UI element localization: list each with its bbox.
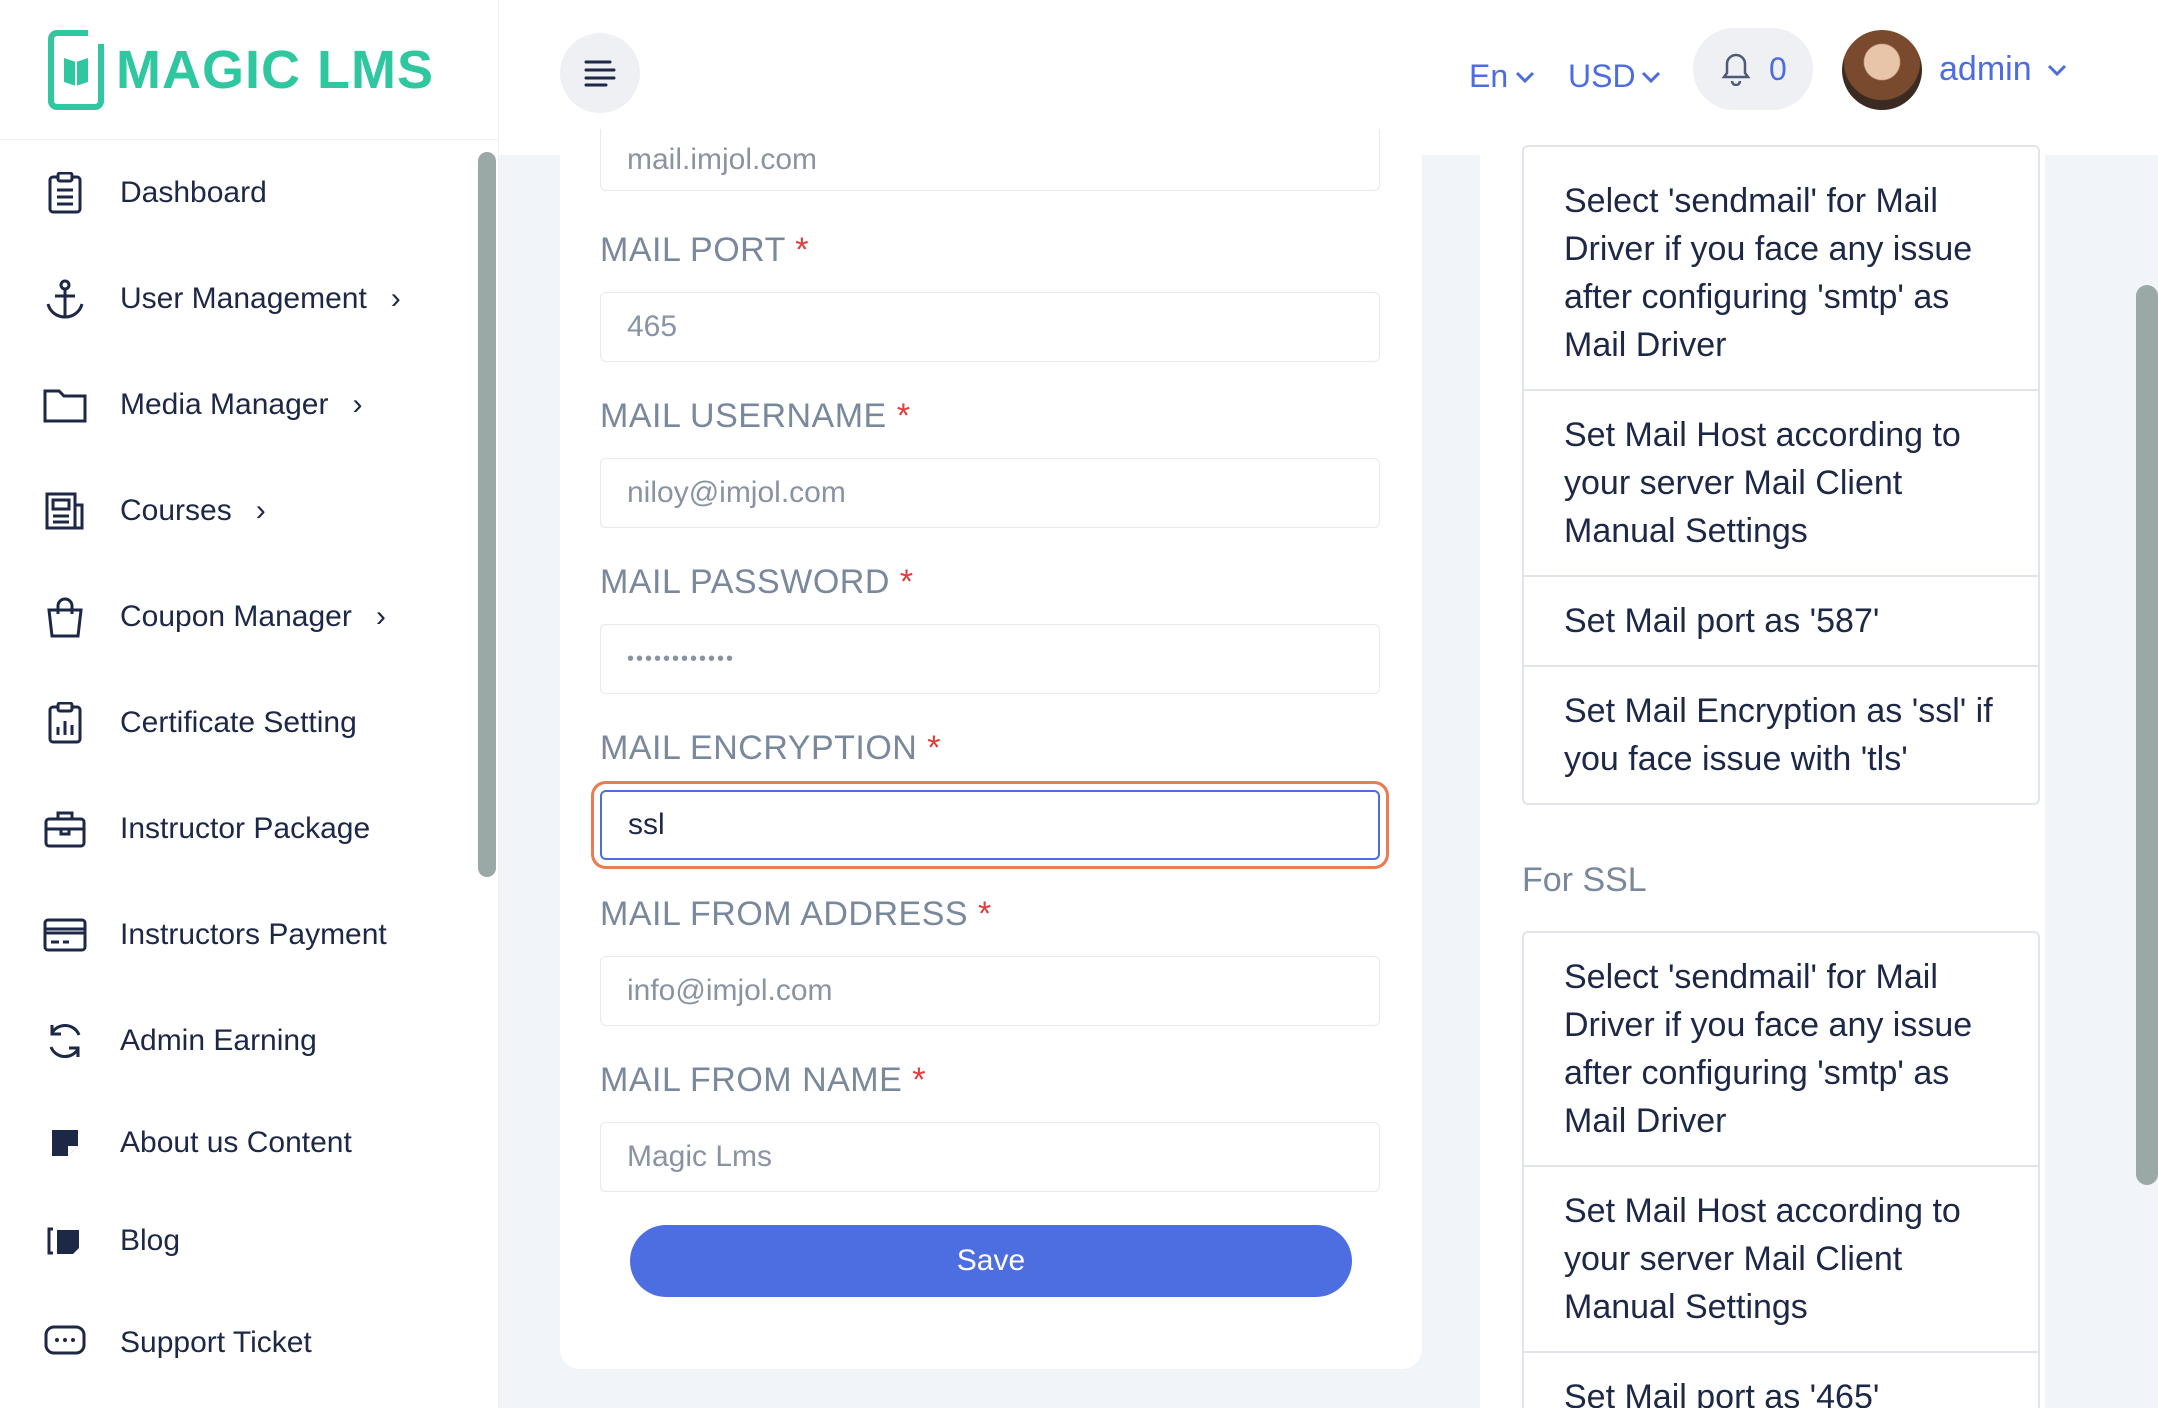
bell-icon [1721,53,1751,86]
chevron-down-icon [1516,71,1535,83]
list-item: Set Mail port as '465' [1564,1378,1880,1408]
list-item: Set Mail port as '587' [1524,577,2038,667]
list-item: Set Mail Encryption as 'ssl' if you face… [1564,692,1993,778]
sidebar-item-label: About us Content [120,1126,352,1159]
mail-password-label: MAIL PASSWORD * [600,563,914,601]
sidebar-item-blog[interactable]: Blog [0,1192,475,1290]
instructions-panel: Select 'sendmail' for Mail Driver if you… [1480,145,2045,1408]
sidebar-item-user-management[interactable]: User Management › [0,246,475,352]
sidebar-item-label: Certificate Setting [120,706,357,739]
sidebar: MAGIC LMS Dashboard User Management › Me… [0,0,499,1408]
list-item: Set Mail Host according to your server M… [1524,391,2038,577]
user-name: admin [1939,50,2032,88]
mail-encryption-field[interactable]: ssl [600,790,1380,860]
sidebar-nav: Dashboard User Management › Media Manage… [0,140,475,1360]
anchor-icon [42,276,88,322]
shopping-bag-icon [42,594,88,640]
sidebar-item-label: Instructors Payment [120,918,387,951]
mail-password-field[interactable]: •••••••••••• [600,624,1380,694]
chevron-right-icon: › [375,600,386,633]
mail-port-label: MAIL PORT * [600,231,809,269]
language-value: En [1469,58,1509,94]
chevron-down-icon [1641,71,1660,83]
list-item: Select 'sendmail' for Mail Driver if you… [1524,933,2038,1167]
page-scrollbar-thumb[interactable] [2136,285,2158,1185]
user-menu[interactable]: admin [1939,50,2068,89]
ssl-section-title: For SSL [1522,861,1647,899]
sidebar-item-support-ticket[interactable]: Support Ticket [0,1290,475,1360]
sidebar-item-label: Blog [120,1224,181,1257]
sidebar-item-label: Support Ticket [120,1326,312,1359]
chevron-down-icon [2047,64,2066,76]
mail-from-name-field[interactable]: Magic Lms [600,1122,1380,1192]
notifications-button[interactable]: 0 [1693,28,1813,110]
list-item: Set Mail Host according to your server M… [1524,1167,2038,1353]
mail-port-field[interactable]: 465 [600,292,1380,362]
sidebar-item-label: User Management [120,282,367,315]
chevron-right-icon: › [255,494,266,527]
currency-value: USD [1568,58,1636,94]
sidebar-item-instructors-payment[interactable]: Instructors Payment [0,882,475,988]
clipboard-icon [42,170,88,216]
mail-host-field[interactable]: mail.imjol.com [600,129,1380,191]
ssl-tips-list: Select 'sendmail' for Mail Driver if you… [1522,931,2040,1408]
sidebar-item-dashboard[interactable]: Dashboard [0,140,475,246]
credit-card-icon [42,912,88,958]
mail-from-address-label: MAIL FROM ADDRESS * [600,895,992,933]
mail-settings-form: mail.imjol.com MAIL PORT * 465 MAIL USER… [560,129,1422,1369]
newspaper-icon [42,488,88,534]
sidebar-item-label: Coupon Manager [120,600,352,633]
briefcase-icon [42,806,88,852]
blog-icon [42,1218,88,1264]
mail-from-name-label: MAIL FROM NAME * [600,1061,926,1099]
sidebar-item-media-manager[interactable]: Media Manager › [0,352,475,458]
brand-name: MAGIC LMS [116,39,434,100]
notification-count: 0 [1769,50,1787,87]
brand-logo[interactable]: MAGIC LMS [0,0,498,140]
menu-icon [584,60,616,87]
folder-icon [42,382,88,428]
tls-tips-list: Select 'sendmail' for Mail Driver if you… [1522,145,2040,805]
sidebar-item-instructor-package[interactable]: Instructor Package [0,776,475,882]
currency-select[interactable]: USD [1568,58,1662,95]
sidebar-item-certificate-setting[interactable]: Certificate Setting [0,670,475,776]
language-select[interactable]: En [1469,58,1536,95]
sidebar-item-label: Instructor Package [120,812,371,845]
refresh-icon [42,1018,88,1064]
mail-encryption-label: MAIL ENCRYPTION * [600,729,942,767]
chat-icon [42,1320,88,1360]
sidebar-item-label: Dashboard [120,176,267,209]
sidebar-item-admin-earning[interactable]: Admin Earning [0,988,475,1094]
sidebar-item-label: Admin Earning [120,1024,317,1057]
mail-from-address-field[interactable]: info@imjol.com [600,956,1380,1026]
mail-username-field[interactable]: niloy@imjol.com [600,458,1380,528]
menu-toggle-button[interactable] [560,33,640,113]
chevron-right-icon: › [352,388,363,421]
sidebar-item-courses[interactable]: Courses › [0,458,475,564]
sidebar-scrollbar-thumb[interactable] [478,152,496,877]
save-button[interactable]: Save [630,1225,1352,1297]
certificate-icon [42,700,88,746]
list-item: Select 'sendmail' for Mail Driver if you… [1524,147,2038,391]
sidebar-item-coupon-manager[interactable]: Coupon Manager › [0,564,475,670]
chevron-right-icon: › [390,282,401,315]
book-logo-icon [48,29,106,110]
sidebar-item-label: Media Manager [120,388,329,421]
sidebar-item-label: Courses [120,494,232,527]
mail-username-label: MAIL USERNAME * [600,397,911,435]
avatar[interactable] [1842,30,1922,110]
sidebar-item-about-us-content[interactable]: About us Content [0,1094,475,1192]
sticky-note-icon [42,1120,88,1166]
